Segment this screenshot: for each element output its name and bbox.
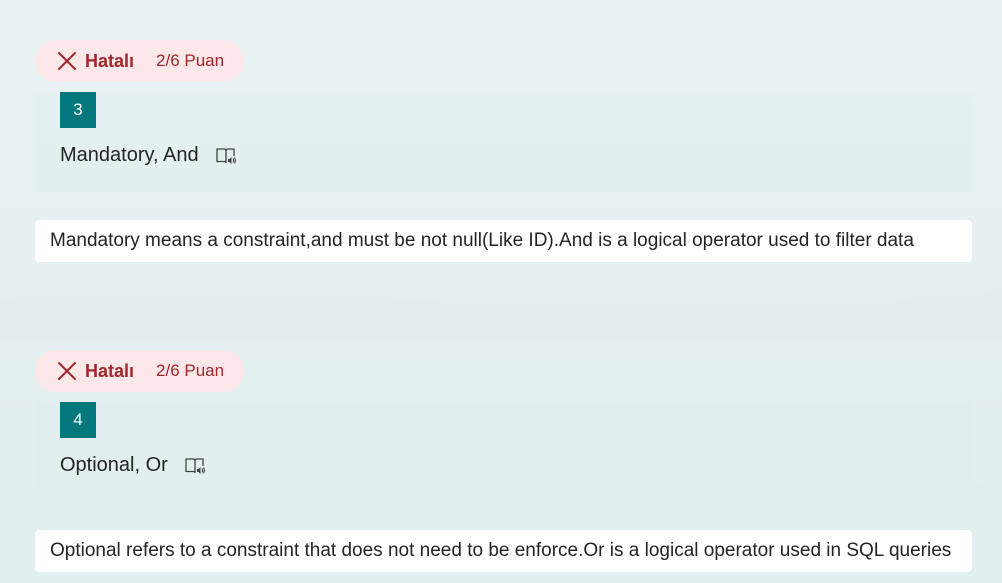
incorrect-status-badge: Hatalı 2/6 Puan [35,350,245,392]
question-number-badge: 3 [60,92,96,128]
immersive-reader-icon[interactable] [184,456,206,476]
quiz-results-page: Hatalı 2/6 Puan 3 Mandatory, And Mandato… [0,0,1002,583]
question-text: Mandatory, And [60,144,199,166]
status-label: Hatalı [85,50,135,71]
close-icon [58,52,76,70]
answer-field: Optional refers to a constraint that doe… [35,530,972,572]
points-label: 2/6 Puan [156,361,225,380]
points-label: 2/6 Puan [156,51,225,70]
question-text: Optional, Or [60,454,168,476]
close-icon [58,362,76,380]
question-title: Optional, Or [60,454,206,477]
question-title: Mandatory, And [60,144,237,167]
question-card: 4 Optional, Or [35,402,972,502]
question-card: 3 Mandatory, And [35,92,972,192]
question-block-3: Hatalı 2/6 Puan 3 Mandatory, And [35,40,972,192]
question-block-4: Hatalı 2/6 Puan 4 Optional, Or [35,350,972,502]
incorrect-status-badge: Hatalı 2/6 Puan [35,40,245,82]
answer-field: Mandatory means a constraint,and must be… [35,220,972,262]
status-label: Hatalı [85,360,135,381]
immersive-reader-icon[interactable] [215,146,237,166]
question-number-badge: 4 [60,402,96,438]
